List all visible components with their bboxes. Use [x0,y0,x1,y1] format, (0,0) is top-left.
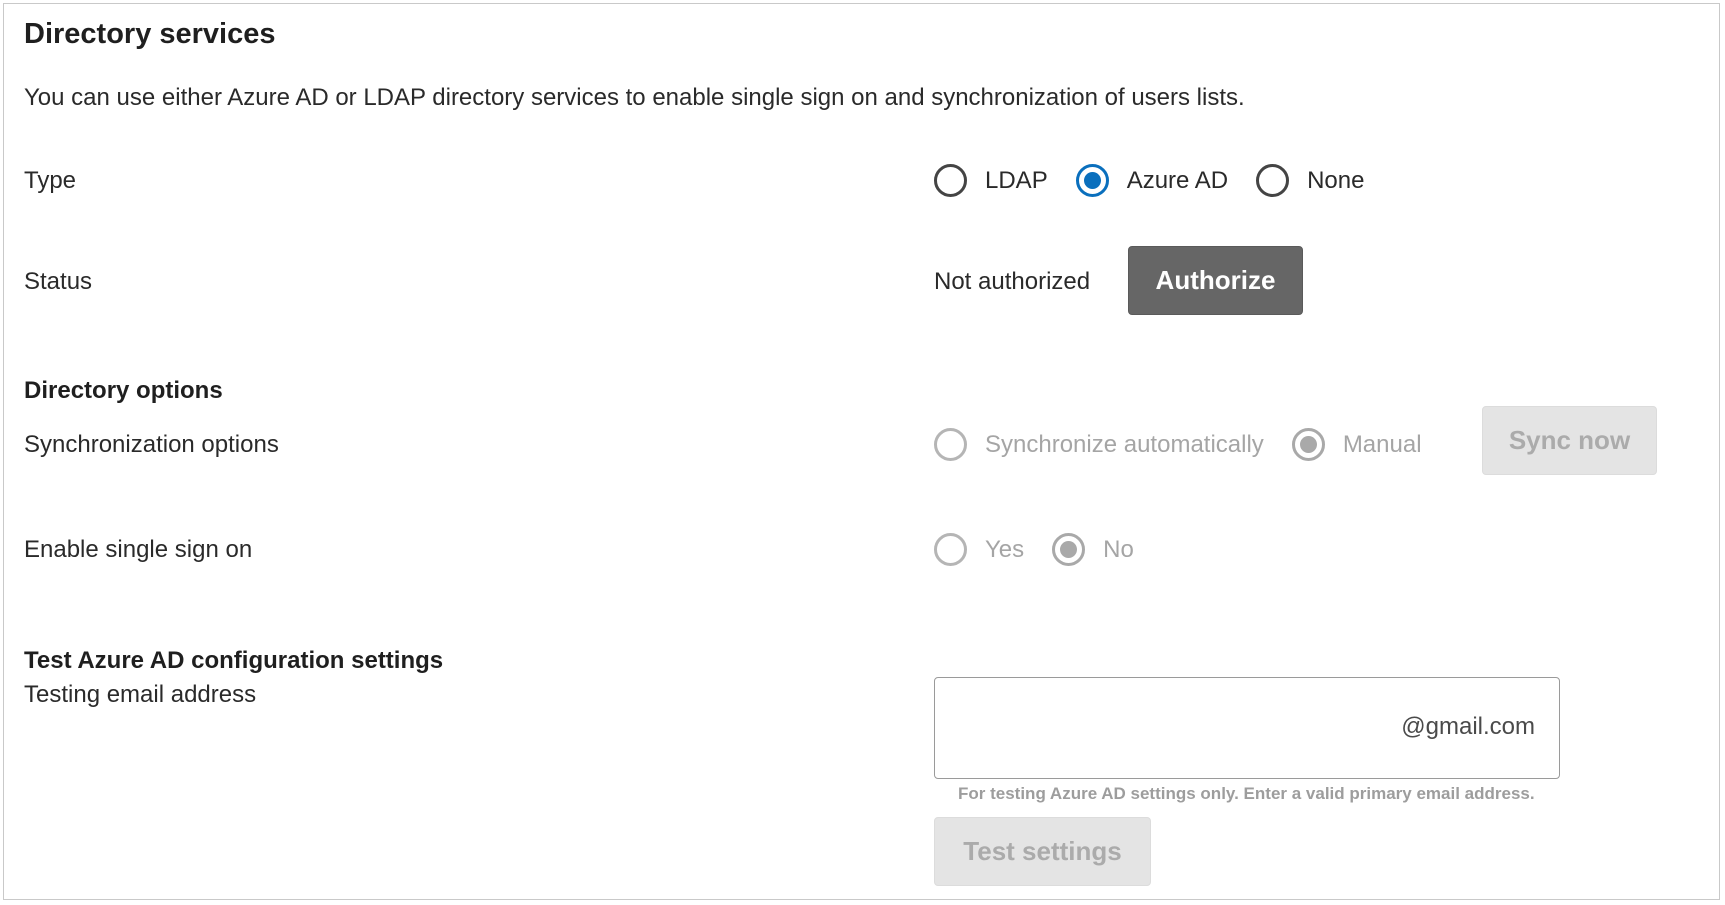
sync-option-label: Manual [1342,430,1422,458]
radio-button-sync-manual[interactable] [1291,428,1325,461]
sso-label: Enable single sign on [24,536,253,563]
type-option-label: LDAP [985,166,1048,194]
authorize-button[interactable]: Authorize [1128,246,1303,315]
sync-option-manual[interactable]: Manual [1291,428,1422,461]
test-settings-heading: Test Azure AD configuration settings [24,647,444,674]
directory-options-heading: Directory options [24,377,223,404]
sync-option-label: Synchronize automatically [985,430,1264,458]
page-title: Directory services [24,18,276,50]
sso-option-no[interactable]: No [1052,533,1134,566]
radio-button-ldap[interactable] [934,164,967,197]
status-value: Not authorized [934,268,1091,295]
sso-radio-group: Yes No [934,533,1162,566]
sso-option-label: No [1103,535,1134,563]
testing-email-input[interactable] [949,678,1373,779]
sync-radio-group: Synchronize automatically Manual [934,428,1450,461]
test-settings-button[interactable]: Test settings [934,817,1151,886]
radio-button-sso-no[interactable] [1052,533,1086,566]
testing-email-field[interactable]: @gmail.com [934,677,1560,779]
type-option-label: Azure AD [1126,166,1229,194]
testing-email-label: Testing email address [24,681,257,708]
sync-now-button[interactable]: Sync now [1482,406,1657,475]
radio-button-sso-yes[interactable] [934,533,967,566]
testing-email-hint: For testing Azure AD settings only. Ente… [958,784,1535,803]
type-label: Type [24,167,77,194]
radio-button-none[interactable] [1256,164,1290,197]
sync-options-label: Synchronization options [24,431,279,458]
radio-button-sync-auto[interactable] [934,428,967,461]
type-option-ldap[interactable]: LDAP [934,164,1048,197]
email-domain-suffix: @gmail.com [1401,713,1535,740]
page-description: You can use either Azure AD or LDAP dire… [24,84,1245,111]
type-radio-group: LDAP Azure AD None [934,164,1392,197]
type-option-none[interactable]: None [1256,164,1364,197]
directory-services-panel: Directory services You can use either Az… [3,3,1720,900]
sso-option-label: Yes [985,535,1025,563]
status-label: Status [24,268,93,295]
type-option-label: None [1307,166,1365,194]
sync-option-automatic[interactable]: Synchronize automatically [934,428,1264,461]
radio-button-azure-ad[interactable] [1075,164,1109,197]
type-option-azure-ad[interactable]: Azure AD [1075,164,1229,197]
sso-option-yes[interactable]: Yes [934,533,1024,566]
